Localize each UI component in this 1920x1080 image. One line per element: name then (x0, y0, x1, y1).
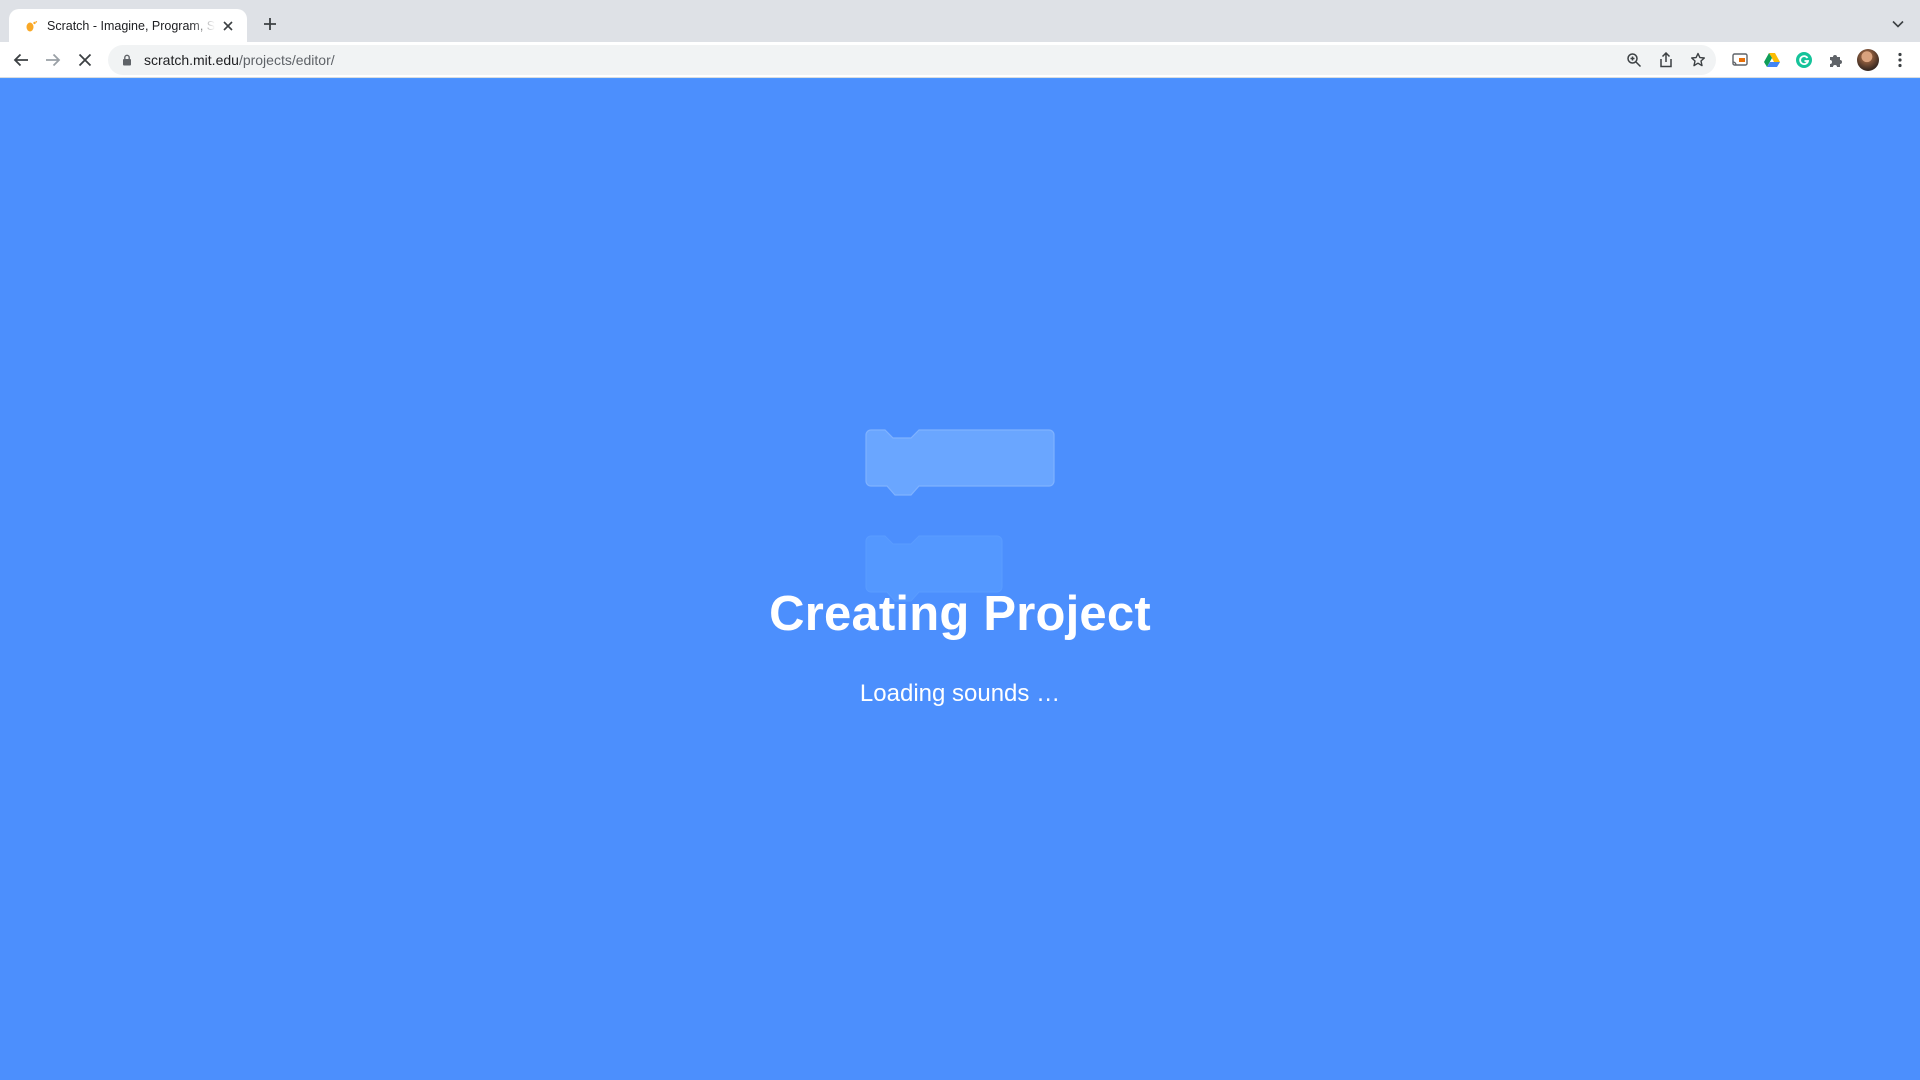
close-icon[interactable] (219, 17, 237, 35)
extension-toolbar (1728, 48, 1912, 72)
extensions-puzzle-icon[interactable] (1824, 48, 1848, 72)
omnibox-actions (1624, 50, 1708, 70)
profile-avatar[interactable] (1856, 48, 1880, 72)
stop-loading-icon[interactable] (73, 48, 97, 72)
url-text: scratch.mit.edu/projects/editor/ (144, 52, 335, 68)
tab-strip: Scratch - Imagine, Program, Share (0, 0, 1920, 42)
zoom-icon[interactable] (1624, 50, 1644, 70)
new-tab-button[interactable] (259, 13, 281, 35)
grammarly-icon[interactable] (1792, 48, 1816, 72)
url-domain: scratch.mit.edu (144, 52, 239, 68)
tab-title: Scratch - Imagine, Program, Share (47, 18, 215, 33)
browser-tab-scratch[interactable]: Scratch - Imagine, Program, Share (9, 9, 247, 42)
code-block-icon (865, 429, 1055, 496)
avatar (1857, 49, 1879, 71)
menu-kebab-icon[interactable] (1888, 48, 1912, 72)
tab-search-chevron-icon[interactable] (1888, 14, 1908, 34)
browser-toolbar: scratch.mit.edu/projects/editor/ (0, 42, 1920, 78)
forward-icon[interactable] (41, 48, 65, 72)
bookmark-star-icon[interactable] (1688, 50, 1708, 70)
address-bar[interactable]: scratch.mit.edu/projects/editor/ (108, 45, 1716, 75)
url-path: /projects/editor/ (238, 52, 335, 68)
loading-status: Loading sounds … (859, 680, 1061, 707)
lock-icon[interactable] (120, 53, 134, 67)
back-icon[interactable] (9, 48, 33, 72)
google-drive-icon[interactable] (1760, 48, 1784, 72)
scratch-cat-icon (23, 18, 39, 34)
page-title: Creating Project (769, 587, 1151, 641)
share-icon[interactable] (1656, 50, 1676, 70)
cast-icon[interactable] (1728, 48, 1752, 72)
scratch-loader-screen: Creating Project Loading sounds … (0, 79, 1920, 1080)
